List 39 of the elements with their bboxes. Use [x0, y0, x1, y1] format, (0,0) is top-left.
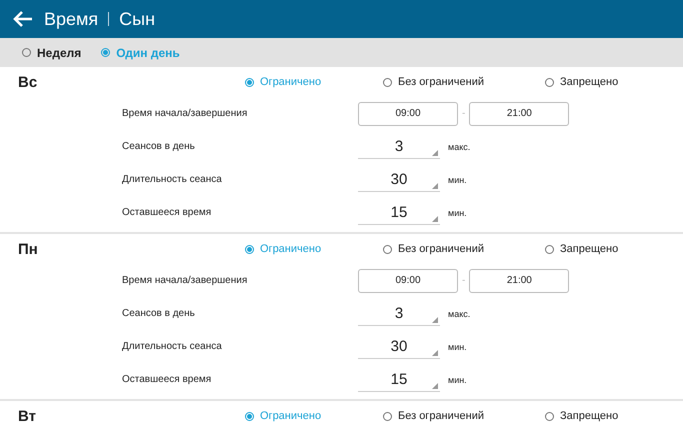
- value-spinner[interactable]: 3: [358, 134, 440, 158]
- unit-label: мин.: [448, 174, 467, 184]
- setting-label: Сеансов в день: [122, 141, 196, 152]
- unit-label: мин.: [448, 374, 467, 384]
- unit-label: мин.: [448, 342, 467, 352]
- start-time-field[interactable]: 09:00: [358, 102, 458, 126]
- profile-name: Сын: [119, 8, 156, 30]
- limit-radio[interactable]: Запрещено: [545, 410, 683, 422]
- limit-radio[interactable]: Без ограничений: [383, 243, 545, 255]
- limit-radio[interactable]: Запрещено: [545, 76, 683, 88]
- day-name: Вс: [18, 74, 38, 90]
- limit-radio[interactable]: Запрещено: [545, 243, 683, 255]
- value-spinner[interactable]: 30: [358, 168, 440, 192]
- start-time-field[interactable]: 09:00: [358, 268, 458, 292]
- day-name: Пн: [18, 240, 39, 258]
- end-time-field[interactable]: 21:00: [469, 102, 570, 126]
- setting-label: Время начала/завершения: [122, 275, 248, 286]
- setting-label: Время начала/завершения: [122, 108, 248, 119]
- setting-label: Оставшееся время: [122, 374, 212, 385]
- unit-label: макс.: [448, 142, 470, 152]
- day-name: Вт: [18, 408, 37, 424]
- range-separator: -: [462, 275, 466, 286]
- limit-radio[interactable]: Без ограничений: [383, 76, 545, 88]
- value-spinner[interactable]: 3: [358, 302, 440, 326]
- unit-label: мин.: [448, 208, 467, 218]
- unit-label: макс.: [448, 308, 470, 318]
- screen-title: Время: [44, 8, 98, 30]
- setting-label: Длительность сеанса: [122, 174, 223, 185]
- value-spinner[interactable]: 15: [358, 368, 440, 392]
- range-separator: -: [462, 108, 466, 119]
- value-spinner[interactable]: 15: [358, 200, 440, 224]
- end-time-field[interactable]: 21:00: [469, 268, 570, 292]
- setting-label: Оставшееся время: [122, 207, 212, 218]
- setting-label: Сеансов в день: [122, 308, 196, 319]
- mode-radio[interactable]: Неделя: [22, 46, 82, 60]
- limit-radio[interactable]: Без ограничений: [383, 410, 545, 422]
- back-arrow-icon[interactable]: [12, 10, 34, 28]
- setting-label: Длительность сеанса: [122, 341, 223, 352]
- value-spinner[interactable]: 30: [358, 334, 440, 358]
